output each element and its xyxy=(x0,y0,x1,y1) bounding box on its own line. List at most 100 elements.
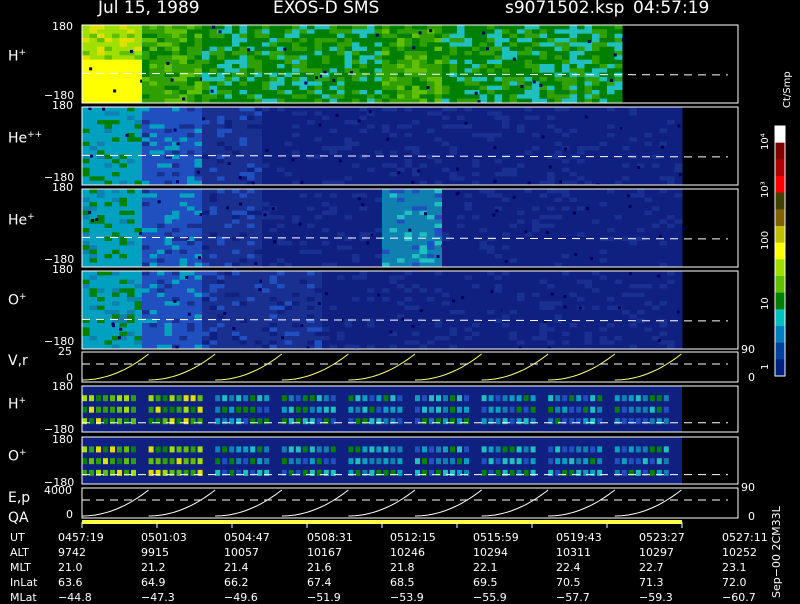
spectro-cell xyxy=(554,107,563,112)
spectro-cell xyxy=(622,128,630,134)
spectro-cell xyxy=(652,137,660,143)
spectro-cell xyxy=(509,107,518,112)
spectro-cell xyxy=(434,85,443,91)
spectro-cell xyxy=(127,202,135,207)
spectro-cell xyxy=(299,94,308,100)
spectro-cell xyxy=(97,275,105,281)
spectro-cell xyxy=(547,241,555,246)
spectro-speck xyxy=(520,84,524,88)
spectro-cell xyxy=(397,94,405,100)
spectro-cell xyxy=(337,228,345,233)
spectro-cell xyxy=(337,154,345,160)
spectro-cell xyxy=(104,85,113,91)
spectro-cell xyxy=(457,176,465,182)
spectro-cell xyxy=(202,245,210,251)
spectro-cell xyxy=(277,197,285,203)
spectro-cell xyxy=(652,159,660,164)
spectro-cell xyxy=(269,284,278,289)
spectro-cell xyxy=(464,163,473,169)
spectro-cell xyxy=(172,81,180,87)
spectro-cell xyxy=(209,128,218,134)
spectro-speck xyxy=(678,173,682,177)
spectro-speck xyxy=(232,327,236,331)
spectro-cell xyxy=(112,120,120,125)
spectro-cell xyxy=(427,111,435,117)
spectro-cell xyxy=(127,107,135,112)
spectro-cell xyxy=(89,275,98,281)
spectro-cell xyxy=(157,115,165,121)
spectro-cell xyxy=(127,176,135,182)
spectro-cell xyxy=(344,77,353,82)
spectro-cell xyxy=(614,223,623,229)
spectro-cell xyxy=(404,223,413,229)
spectro-cell xyxy=(532,85,540,91)
spectro-cell xyxy=(149,150,158,156)
spectro-cell xyxy=(82,42,90,48)
spectro-cell xyxy=(464,77,473,82)
spectro-cell xyxy=(547,81,555,87)
spectro-cell xyxy=(562,141,570,147)
spectro-cell xyxy=(442,33,450,39)
spectro-cell xyxy=(464,172,473,177)
spectro-cell xyxy=(247,137,255,143)
spectro-cell xyxy=(232,189,240,194)
spectro-cell xyxy=(329,249,338,255)
spectro-cell xyxy=(457,154,465,160)
spectro-cell xyxy=(119,128,128,134)
spectro-cell xyxy=(202,51,210,56)
spectro-cell xyxy=(112,241,120,246)
spectro-cell xyxy=(569,137,578,143)
spectro-cell xyxy=(292,111,300,117)
spectro-cell xyxy=(112,228,120,233)
spectro-cell xyxy=(284,141,293,147)
spectro-cell xyxy=(104,120,113,125)
spectro-cell xyxy=(367,172,375,177)
spectro-cell xyxy=(89,258,98,264)
spectro-cell xyxy=(554,146,563,151)
spectro-cell xyxy=(269,81,278,87)
spectro-cell xyxy=(629,141,638,147)
spectro-cell xyxy=(164,249,173,255)
spectro-cell xyxy=(149,271,158,276)
spectro-cell xyxy=(89,46,98,52)
spectro-speck xyxy=(493,179,497,183)
spectro-cell xyxy=(134,215,143,220)
spectro-cell xyxy=(397,228,405,233)
spectro-cell xyxy=(329,202,338,207)
spectro-cell xyxy=(412,72,420,78)
spectro-cell xyxy=(194,81,203,87)
spectro-cell xyxy=(299,202,308,207)
spectro-cell xyxy=(97,68,105,74)
spectro-cell xyxy=(382,85,390,91)
spectro-cell xyxy=(599,111,608,117)
spectro-cell xyxy=(337,232,345,238)
spectro-cell xyxy=(494,68,503,74)
spectro-cell xyxy=(209,219,218,225)
spectro-cell xyxy=(149,59,158,65)
spectro-cell xyxy=(299,215,308,220)
spectro-cell xyxy=(179,254,188,259)
spectro-cell xyxy=(397,258,405,264)
spectro-cell xyxy=(607,228,615,233)
spectro-cell xyxy=(374,85,383,91)
spectro-cell xyxy=(367,25,375,30)
spectro-speck xyxy=(366,241,370,245)
spectro-cell xyxy=(382,72,390,78)
spectro-cell xyxy=(427,146,435,151)
spectro-cell xyxy=(82,111,90,117)
spectro-cell xyxy=(577,111,585,117)
spectro-cell xyxy=(284,59,293,65)
spectro-cell xyxy=(517,124,525,130)
spectro-cell xyxy=(412,51,420,56)
spectro-cell xyxy=(179,146,188,151)
spectro-cell xyxy=(262,42,270,48)
spectro-cell xyxy=(577,94,585,100)
spectro-cell xyxy=(299,115,308,121)
spectro-cell xyxy=(494,258,503,264)
spectro-cell xyxy=(292,25,300,30)
spectro-cell xyxy=(487,133,495,138)
spectro-cell xyxy=(434,193,443,199)
spectro-cell xyxy=(112,94,120,100)
spectro-cell xyxy=(472,154,480,160)
spectro-cell xyxy=(254,68,263,74)
